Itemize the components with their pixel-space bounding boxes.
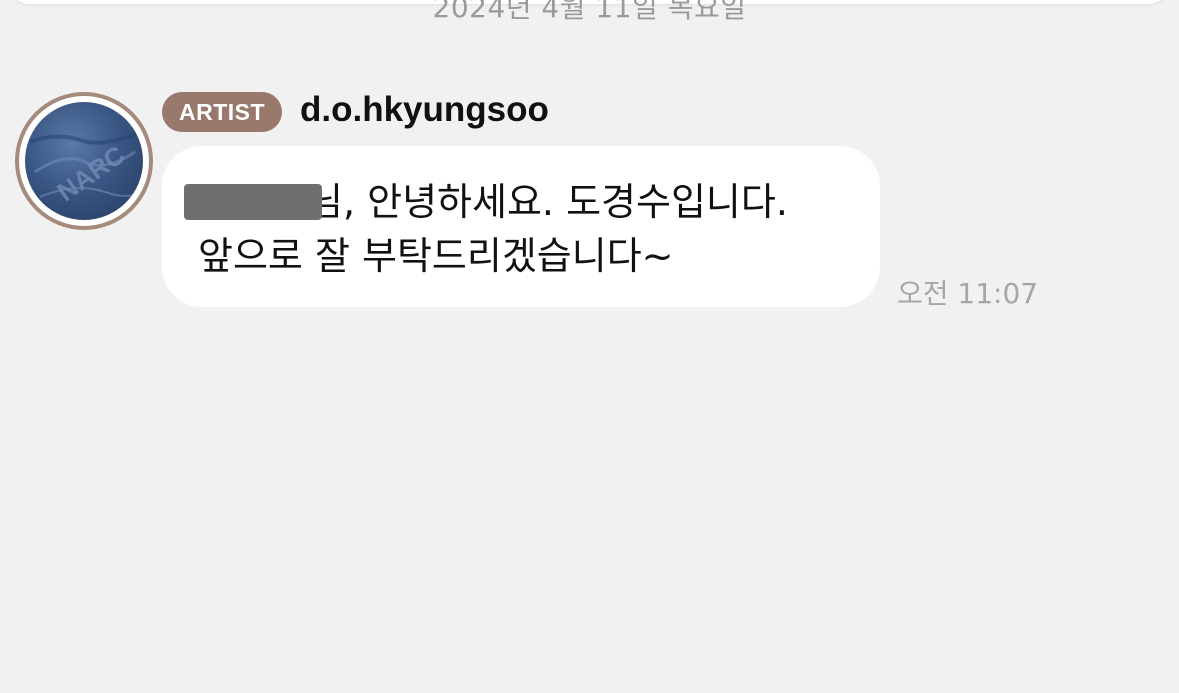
redaction-block xyxy=(184,184,322,220)
sender-name[interactable]: d.o.hkyungsoo xyxy=(300,90,549,130)
avatar-image: NARC xyxy=(25,102,143,220)
message-bubble[interactable]: 님, 안녕하세요. 도경수입니다. 앞으로 잘 부탁드리겠습니다~ xyxy=(162,146,880,307)
date-separator: 2024년 4월 11일 목요일 xyxy=(432,0,747,24)
chat-screen: 2024년 4월 11일 목요일 NARC ARTIST d.o.hkyungs… xyxy=(0,0,1179,693)
artist-badge: ARTIST xyxy=(162,92,282,132)
message-line-1: 님, 안녕하세요. 도경수입니다. xyxy=(308,180,788,224)
message-line-2: 앞으로 잘 부탁드리겠습니다~ xyxy=(198,234,674,278)
message-timestamp: 오전 11:07 xyxy=(897,277,1039,310)
avatar[interactable]: NARC xyxy=(15,92,153,230)
avatar-text: NARC xyxy=(51,139,130,207)
